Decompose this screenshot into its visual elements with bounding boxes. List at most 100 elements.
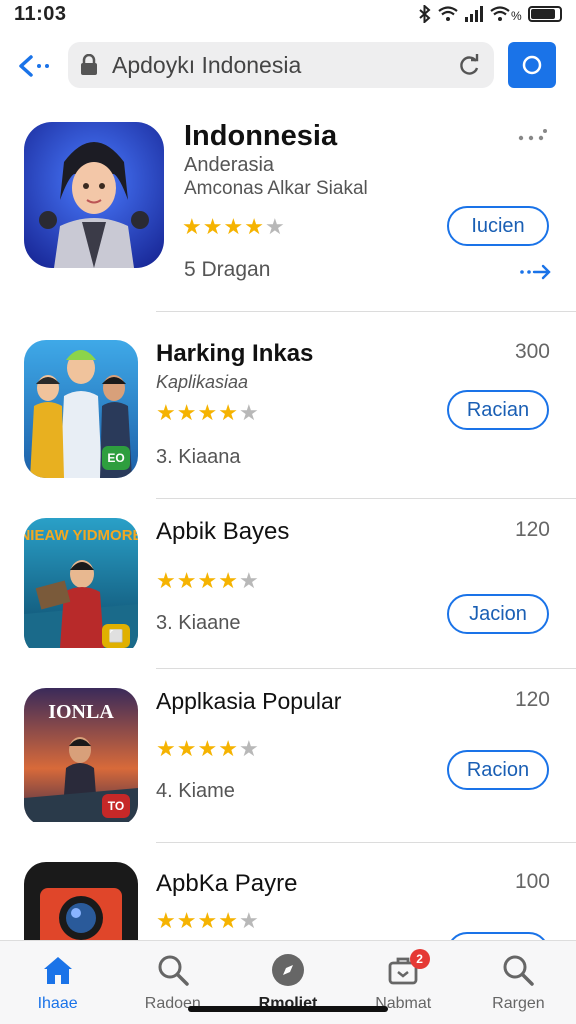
lock-icon	[80, 54, 102, 76]
star-icon: ★	[156, 400, 176, 425]
star-icon: ★	[197, 568, 218, 593]
featured-app[interactable]: Indonnesia Anderasia Amconas Alkar Siaka…	[0, 118, 576, 298]
app-rating: ★ ★ ★ ★ ★	[156, 910, 259, 932]
wifi-icon	[438, 6, 458, 21]
list-item[interactable]: IONLA TO Applkasia Popular 120 ★ ★ ★ ★ ★ 4. …	[0, 688, 576, 838]
app-name: ApbKa Payre	[156, 870, 298, 897]
home-icon	[41, 953, 75, 987]
app-icon[interactable]: EO	[24, 340, 138, 478]
featured-count: 5 Dragan	[184, 258, 271, 281]
status-icons: %	[418, 5, 562, 23]
app-size: 120	[514, 518, 550, 541]
back-button[interactable]	[14, 46, 54, 86]
star-icon: ★	[197, 736, 218, 761]
tab-search-2[interactable]: Rargen	[461, 941, 576, 1024]
app-rating: ★ ★ ★ ★ ★	[156, 402, 259, 424]
featured-subtitle: Amconas Alkar Siakal	[184, 178, 368, 199]
app-banner-text: IONLA	[48, 701, 114, 723]
app-icon-badge: TO	[102, 794, 130, 818]
star-icon: ★	[218, 736, 238, 761]
star-icon: ★	[156, 568, 176, 593]
search-text: Apdoykı Indonesia	[112, 51, 302, 78]
app-subtitle: Kaplikasiaa	[156, 372, 249, 392]
list-item[interactable]: NIEAW YIDMORE ⬜ Apbik Bayes 120 ★ ★ ★ ★ ★ 3.…	[0, 518, 576, 668]
star-icon: ★	[238, 736, 259, 761]
app-name: Harking Inkas	[156, 340, 314, 367]
star-icon: ★	[176, 736, 197, 761]
wifi-percent-icon: %	[490, 6, 522, 22]
app-name: Apbik Bayes	[156, 518, 290, 545]
app-name: Applkasia Popular	[156, 688, 342, 714]
star-icon: ★	[156, 908, 176, 933]
star-icon: ★	[218, 908, 238, 933]
app-size: 300	[514, 340, 550, 363]
search-input[interactable]: Apdoykı Indonesia	[68, 42, 494, 88]
star-icon: ★	[197, 400, 218, 425]
star-icon: ★	[238, 908, 259, 933]
app-icon-badge: ⬜	[102, 624, 130, 648]
star-icon: ★	[176, 908, 197, 933]
app-icon-badge: EO	[102, 446, 130, 470]
status-time: 11:03	[14, 2, 67, 25]
search-icon	[501, 953, 535, 987]
featured-get-button[interactable]: Iucien	[447, 206, 549, 246]
app-banner-text: NIEAW YIDMORE	[24, 527, 138, 544]
divider	[156, 311, 576, 312]
app-count: 4. Kiame	[156, 780, 235, 802]
circle-icon	[522, 55, 542, 75]
featured-app-icon[interactable]	[24, 122, 164, 268]
app-size: 100	[514, 870, 550, 893]
star-icon: ★	[218, 400, 238, 425]
star-icon: ★	[218, 568, 238, 593]
get-button[interactable]: Jacion	[447, 594, 549, 634]
divider	[156, 498, 576, 499]
star-icon: ★	[238, 400, 259, 425]
more-options-icon[interactable]	[516, 126, 550, 146]
get-button[interactable]: Racian	[447, 390, 549, 430]
status-bar: 11:03 %	[0, 0, 576, 28]
svg-text:%: %	[511, 9, 522, 22]
tab-label: Ihaae	[37, 995, 78, 1012]
notification-badge: 2	[409, 949, 430, 969]
app-size: 120	[514, 688, 550, 711]
app-count: 3. Kiaana	[156, 446, 241, 468]
star-icon: ★	[244, 214, 264, 239]
compass-icon	[271, 953, 305, 987]
star-icon: ★	[182, 214, 202, 239]
list-item[interactable]: ApbKa Payre 100 ★ ★ ★ ★ ★	[0, 862, 576, 940]
featured-rating: ★ ★ ★ ★ ★	[182, 216, 285, 238]
featured-developer: Anderasia	[184, 154, 275, 176]
star-icon: ★	[197, 908, 218, 933]
star-icon: ★	[176, 400, 197, 425]
tab-label: Rargen	[492, 995, 545, 1012]
list-item[interactable]: EO Harking Inkas 300 Kaplikasiaa ★ ★ ★ ★ ★ 3…	[0, 340, 576, 490]
signal-icon	[465, 6, 483, 22]
star-icon: ★	[202, 214, 223, 239]
divider	[156, 842, 576, 843]
app-count: 3. Kiaane	[156, 612, 241, 634]
app-icon[interactable]: IONLA TO	[24, 688, 138, 826]
app-icon[interactable]	[24, 862, 138, 940]
star-icon: ★	[176, 568, 197, 593]
tab-home[interactable]: Ihaae	[0, 941, 115, 1024]
get-button[interactable]	[447, 932, 549, 940]
star-icon: ★	[238, 568, 259, 593]
featured-title: Indonnesia	[184, 120, 338, 152]
star-icon: ★	[264, 214, 285, 239]
reload-icon[interactable]	[456, 52, 482, 78]
battery-icon	[528, 6, 562, 22]
back-arrow-icon	[19, 55, 49, 77]
search-header: Apdoykı Indonesia	[0, 40, 576, 90]
app-icon[interactable]: NIEAW YIDMORE ⬜	[24, 518, 138, 656]
divider	[156, 668, 576, 669]
star-icon: ★	[156, 736, 176, 761]
arrow-right-icon[interactable]	[518, 262, 552, 282]
app-rating: ★ ★ ★ ★ ★	[156, 570, 259, 592]
app-rating: ★ ★ ★ ★ ★	[156, 738, 259, 760]
search-icon	[156, 953, 190, 987]
get-button[interactable]: Racion	[447, 750, 549, 790]
home-indicator	[188, 1006, 388, 1012]
bluetooth-icon	[419, 5, 431, 23]
star-icon: ★	[223, 214, 244, 239]
action-button[interactable]	[508, 42, 556, 88]
